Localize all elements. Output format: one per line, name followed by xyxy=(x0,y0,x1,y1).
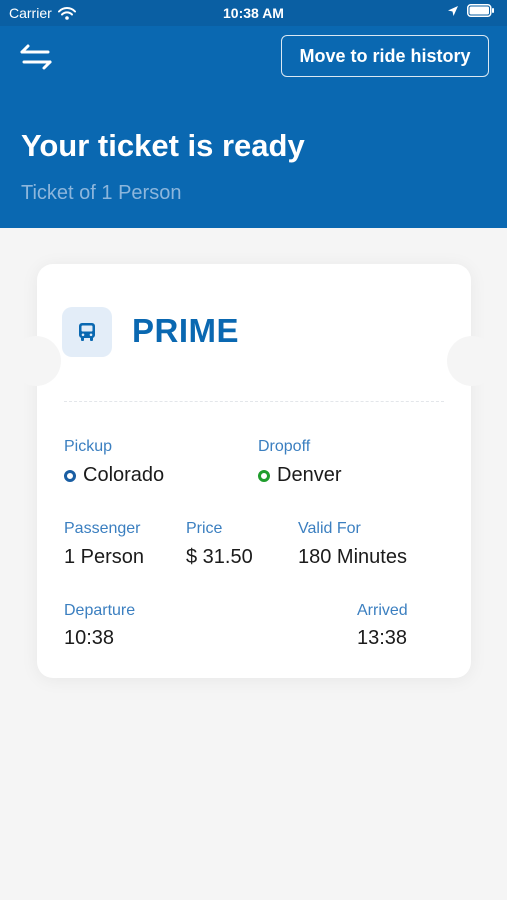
pickup-value: Colorado xyxy=(64,464,164,487)
page-subtitle: Ticket of 1 Person xyxy=(21,182,182,204)
ticket-divider xyxy=(64,401,444,402)
move-to-ride-history-button[interactable]: Move to ride history xyxy=(281,35,489,77)
dropoff-value: Denver xyxy=(258,464,341,487)
dropoff-text: Denver xyxy=(277,464,342,486)
passenger-label: Passenger xyxy=(64,520,141,537)
battery-icon xyxy=(467,4,494,17)
passenger-value: 1 Person xyxy=(64,546,145,568)
header: Carrier 10:38 AM Move to ride history Yo… xyxy=(0,0,507,228)
departure-label: Departure xyxy=(64,602,136,619)
pickup-dot-icon xyxy=(64,469,76,482)
valid-for-value: 180 Minutes xyxy=(298,546,407,568)
ticket-notch-right xyxy=(447,336,497,386)
ticket-notch-left xyxy=(11,336,61,386)
bus-icon xyxy=(79,323,95,341)
departure-value: 10:38 xyxy=(64,627,115,649)
status-bar: Carrier 10:38 AM xyxy=(0,0,507,26)
dropoff-label: Dropoff xyxy=(258,438,311,455)
dropoff-dot-icon xyxy=(258,469,270,482)
swap-icon[interactable] xyxy=(18,42,54,72)
ticket-type: PRIME xyxy=(132,312,240,349)
bus-badge xyxy=(62,307,112,357)
pickup-label: Pickup xyxy=(64,438,113,455)
status-time: 10:38 AM xyxy=(223,5,284,21)
page-title: Your ticket is ready xyxy=(21,128,305,163)
ticket-card: PRIME Pickup Colorado Dropoff Denver Pas… xyxy=(11,264,497,678)
price-value: $ 31.50 xyxy=(186,546,253,568)
valid-for-label: Valid For xyxy=(298,520,361,537)
status-right xyxy=(447,4,495,17)
price-label: Price xyxy=(186,520,223,537)
pickup-text: Colorado xyxy=(83,464,165,486)
location-arrow-icon xyxy=(448,5,458,16)
ticket-body: PRIME Pickup Colorado Dropoff Denver Pas… xyxy=(37,264,471,678)
arrived-label: Arrived xyxy=(357,602,408,619)
arrived-value: 13:38 xyxy=(357,627,408,649)
